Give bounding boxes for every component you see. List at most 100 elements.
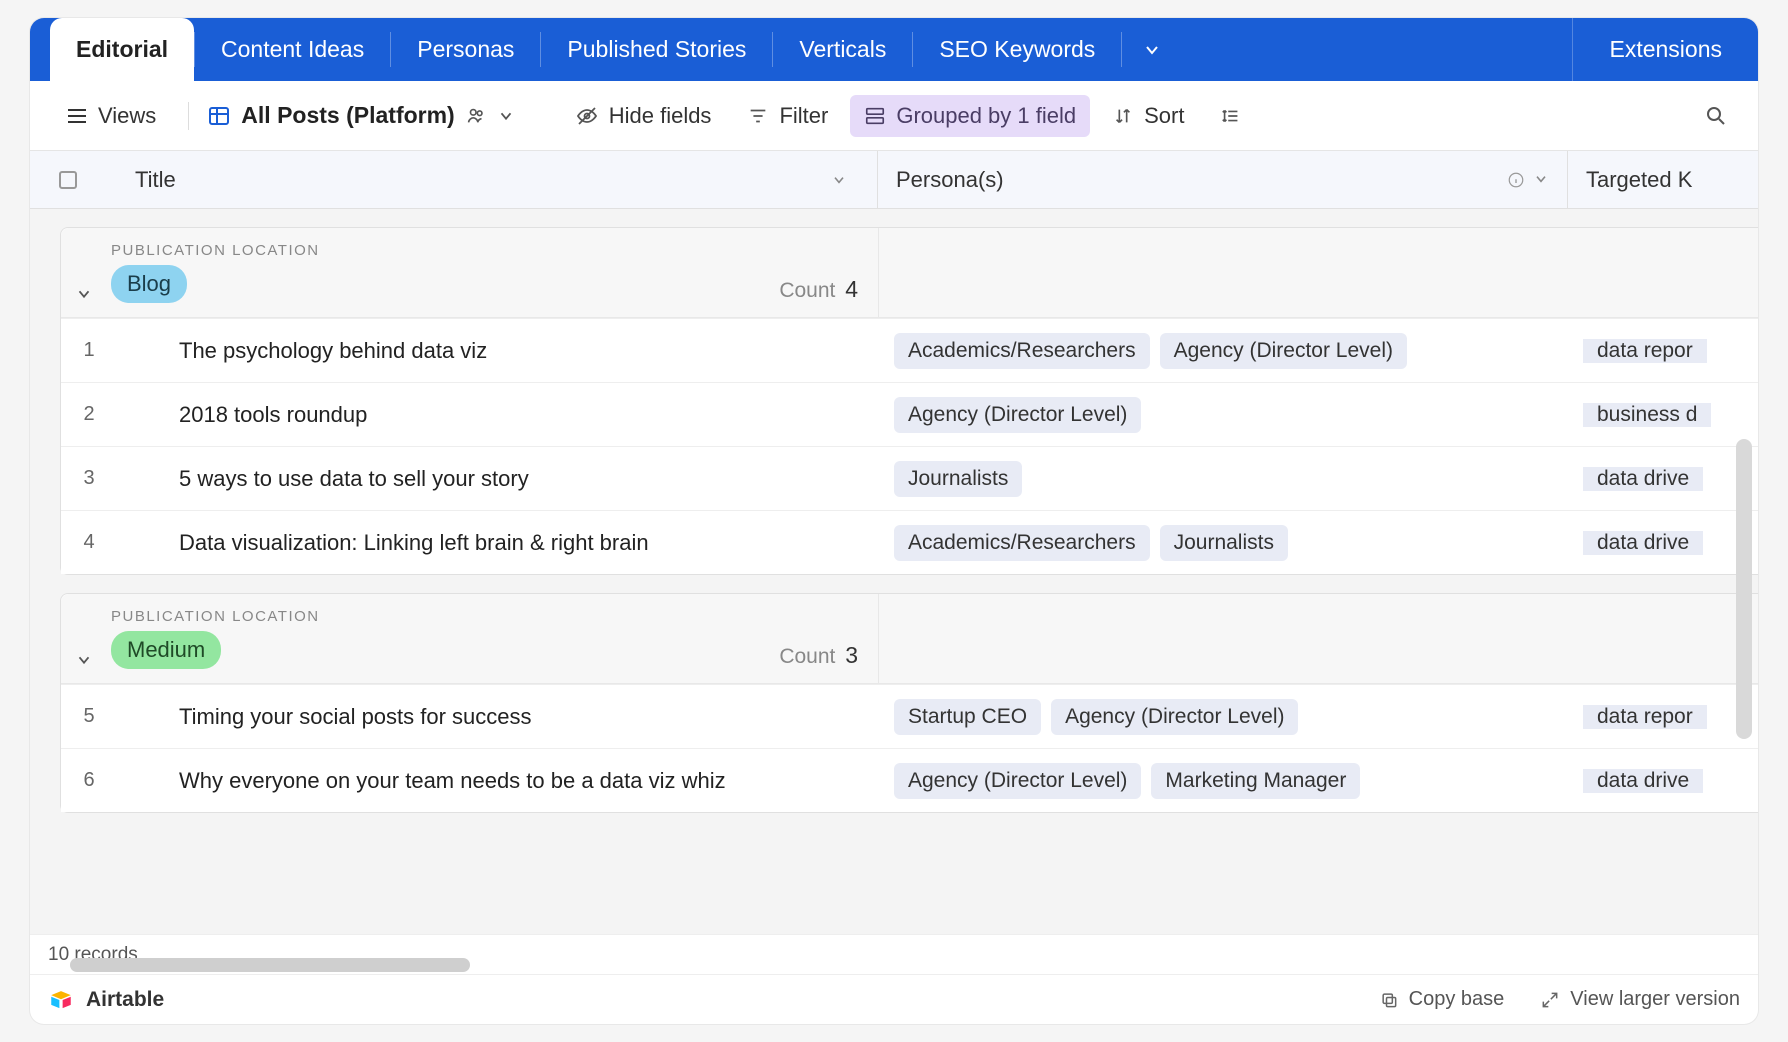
tab-published-stories[interactable]: Published Stories [541, 18, 772, 81]
eye-off-icon [575, 104, 599, 128]
personas-cell[interactable]: Journalists [879, 461, 1569, 497]
search-button[interactable] [1696, 96, 1736, 136]
persona-chip: Academics/Researchers [894, 525, 1150, 561]
airtable-logo-icon [48, 987, 74, 1013]
sort-label: Sort [1144, 103, 1184, 129]
persona-chip: Journalists [1160, 525, 1288, 561]
title-cell[interactable]: Data visualization: Linking left brain &… [117, 530, 879, 556]
select-all-cell[interactable] [30, 151, 105, 208]
filter-label: Filter [779, 103, 828, 129]
personas-cell[interactable]: Academics/ResearchersAgency (Director Le… [879, 333, 1569, 369]
group-medium: PUBLICATION LOCATION Medium Count 3 5Timing… [60, 593, 1758, 813]
bottom-bar: Airtable Copy base View larger version [30, 974, 1758, 1024]
table-row[interactable]: 1The psychology behind data vizAcademics… [61, 318, 1758, 382]
column-title[interactable]: Title [105, 151, 878, 208]
row-number: 6 [61, 769, 117, 792]
vertical-scrollbar[interactable] [1736, 439, 1752, 739]
group-button[interactable]: Grouped by 1 field [850, 95, 1090, 137]
group-count: Count 3 [779, 642, 858, 669]
row-height-button[interactable] [1206, 97, 1256, 135]
menu-icon [66, 107, 88, 125]
row-height-icon [1220, 105, 1242, 127]
column-personas-label: Persona(s) [896, 167, 1004, 193]
keyword-chip: data drive [1583, 467, 1703, 491]
group-icon [864, 105, 886, 127]
keywords-cell[interactable]: data repor [1569, 705, 1758, 729]
view-switcher[interactable]: All Posts (Platform) [207, 102, 514, 129]
checkbox-icon [59, 171, 77, 189]
persona-chip: Agency (Director Level) [894, 397, 1141, 433]
chevron-down-icon [1533, 171, 1549, 187]
toolbar: Views All Posts (Platform) Hide fields F… [30, 81, 1758, 151]
keywords-cell[interactable]: business d [1569, 403, 1758, 427]
sort-button[interactable]: Sort [1098, 95, 1198, 137]
app-frame: EditorialContent IdeasPersonasPublished … [30, 18, 1758, 1024]
persona-chip: Agency (Director Level) [894, 763, 1141, 799]
column-personas[interactable]: Persona(s) [878, 151, 1568, 208]
table-row[interactable]: 6Why everyone on your team needs to be a… [61, 748, 1758, 812]
keyword-chip: business d [1583, 403, 1711, 427]
table-row[interactable]: 22018 tools roundupAgency (Director Leve… [61, 382, 1758, 446]
hide-fields-button[interactable]: Hide fields [561, 95, 726, 137]
view-larger-button[interactable]: View larger version [1540, 988, 1740, 1011]
group-value-pill: Medium [111, 631, 221, 669]
keywords-cell[interactable]: data repor [1569, 339, 1758, 363]
table-row[interactable]: 4Data visualization: Linking left brain … [61, 510, 1758, 574]
persona-chip: Marketing Manager [1151, 763, 1360, 799]
views-label: Views [98, 103, 156, 129]
table-row[interactable]: 35 ways to use data to sell your storyJo… [61, 446, 1758, 510]
group-count: Count 4 [779, 276, 858, 303]
personas-cell[interactable]: Agency (Director Level) [879, 397, 1569, 433]
group-field-label: PUBLICATION LOCATION [111, 242, 320, 259]
keywords-cell[interactable]: data drive [1569, 769, 1758, 793]
group-value-pill: Blog [111, 265, 187, 303]
views-button[interactable]: Views [52, 95, 170, 137]
table-row[interactable]: 5Timing your social posts for successSta… [61, 684, 1758, 748]
keywords-cell[interactable]: data drive [1569, 531, 1758, 555]
persona-chip: Agency (Director Level) [1051, 699, 1298, 735]
title-cell[interactable]: 5 ways to use data to sell your story [117, 466, 879, 492]
search-icon [1704, 104, 1728, 128]
personas-cell[interactable]: Academics/Researchers Journalists [879, 525, 1569, 561]
group-collapse-toggle[interactable] [75, 285, 93, 303]
title-cell[interactable]: Why everyone on your team needs to be a … [117, 768, 879, 794]
grid-icon [207, 104, 231, 128]
copy-base-button[interactable]: Copy base [1379, 988, 1505, 1011]
title-cell[interactable]: 2018 tools roundup [117, 402, 879, 428]
row-number: 3 [61, 467, 117, 490]
personas-cell[interactable]: Startup CEOAgency (Director Level) [879, 699, 1569, 735]
title-cell[interactable]: Timing your social posts for success [117, 704, 879, 730]
tab-verticals[interactable]: Verticals [773, 18, 912, 81]
title-cell[interactable]: The psychology behind data viz [117, 338, 879, 364]
persona-chip: Academics/Researchers [894, 333, 1150, 369]
copy-icon [1379, 990, 1399, 1010]
keywords-cell[interactable]: data drive [1569, 467, 1758, 491]
copy-base-label: Copy base [1409, 988, 1505, 1011]
keyword-chip: data drive [1583, 769, 1703, 793]
extensions-tab[interactable]: Extensions [1572, 18, 1758, 81]
horizontal-scrollbar[interactable] [70, 958, 470, 972]
chevron-down-icon [1142, 40, 1162, 60]
group-field-label: PUBLICATION LOCATION [111, 608, 320, 625]
group-collapse-toggle[interactable] [75, 651, 93, 669]
hide-fields-label: Hide fields [609, 103, 712, 129]
chevron-down-icon [831, 172, 847, 188]
brand-label: Airtable [86, 988, 164, 1012]
filter-icon [747, 105, 769, 127]
row-number: 1 [61, 339, 117, 362]
column-title-label: Title [135, 167, 176, 193]
view-name-text: All Posts (Platform) [241, 102, 454, 129]
tab-personas[interactable]: Personas [391, 18, 540, 81]
separator [188, 102, 189, 130]
sort-icon [1112, 105, 1134, 127]
tab-seo-keywords[interactable]: SEO Keywords [913, 18, 1121, 81]
group-header: PUBLICATION LOCATION Blog Count 4 [61, 228, 1758, 318]
column-keywords[interactable]: Targeted K [1568, 151, 1758, 208]
filter-button[interactable]: Filter [733, 95, 842, 137]
row-number: 5 [61, 705, 117, 728]
personas-cell[interactable]: Agency (Director Level) Marketing Manager [879, 763, 1569, 799]
tab-editorial[interactable]: Editorial [50, 18, 194, 81]
group-blog: PUBLICATION LOCATION Blog Count 4 1The psyc… [60, 227, 1758, 575]
tabs-overflow-button[interactable] [1122, 18, 1182, 81]
tab-content-ideas[interactable]: Content Ideas [195, 18, 390, 81]
